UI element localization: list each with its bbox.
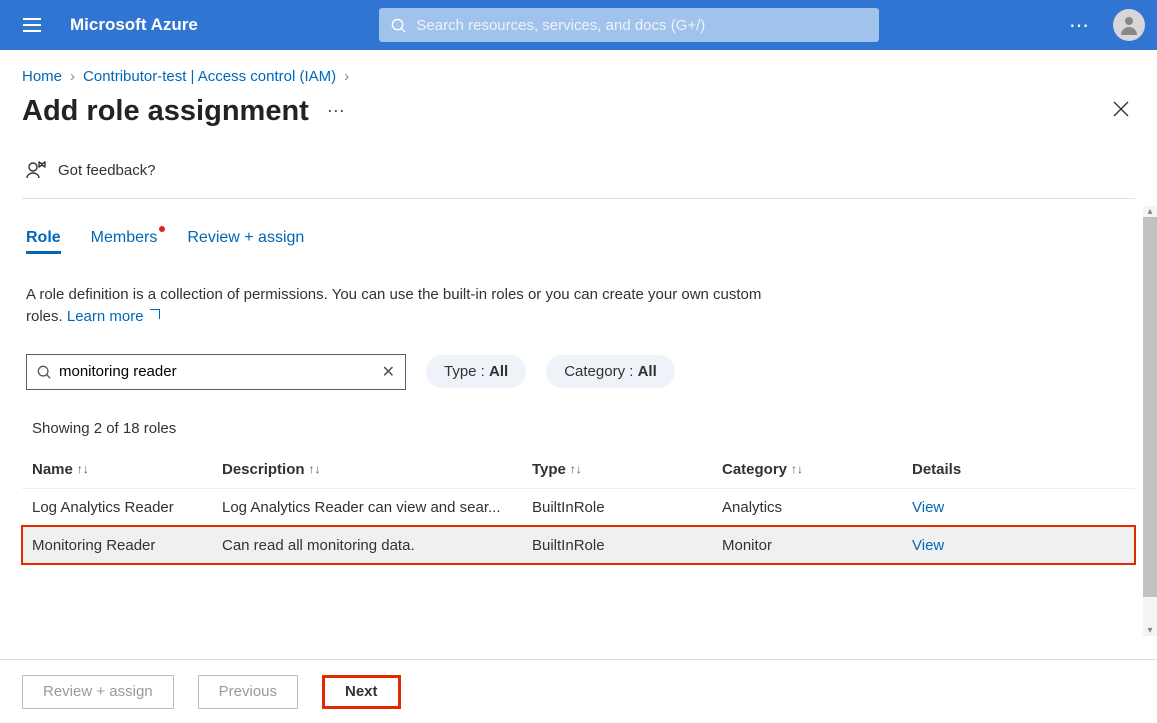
top-right: ⋯ [1061, 5, 1145, 46]
previous-button[interactable]: Previous [198, 675, 298, 709]
col-name[interactable]: Name ↑↓ [32, 461, 222, 478]
feedback-link[interactable]: Got feedback? [22, 136, 1135, 199]
avatar[interactable] [1113, 9, 1145, 41]
title-more-icon[interactable]: ⋯ [327, 101, 347, 122]
external-link-icon [150, 309, 160, 319]
filter-type-value: All [489, 363, 508, 380]
content: Got feedback? Role Members Review + assi… [0, 136, 1157, 564]
view-link[interactable]: View [912, 499, 1032, 516]
cell-name: Log Analytics Reader [32, 499, 222, 516]
tab-role[interactable]: Role [26, 229, 61, 254]
sort-icon: ↑↓ [791, 462, 803, 476]
filters: ✕ Type : All Category : All [22, 328, 1135, 390]
results-count: Showing 2 of 18 roles [22, 390, 1135, 437]
more-icon[interactable]: ⋯ [1061, 5, 1099, 46]
role-search-input[interactable] [59, 363, 382, 380]
learn-more-label: Learn more [67, 308, 144, 325]
filter-type[interactable]: Type : All [426, 355, 526, 388]
col-details: Details [912, 461, 1032, 478]
sort-icon: ↑↓ [309, 462, 321, 476]
top-bar: Microsoft Azure ⋯ [0, 0, 1157, 50]
col-type-label: Type [532, 461, 566, 478]
role-search[interactable]: ✕ [26, 354, 406, 390]
search-icon [391, 18, 406, 33]
footer: Review + assign Previous Next [0, 659, 1157, 723]
learn-more-link[interactable]: Learn more [67, 308, 160, 325]
chevron-right-icon: › [340, 68, 353, 85]
cell-name: Monitoring Reader [32, 537, 222, 554]
close-icon[interactable] [1107, 95, 1135, 128]
sort-icon: ↑↓ [570, 462, 582, 476]
next-button[interactable]: Next [322, 675, 401, 709]
breadcrumb-current[interactable]: Contributor-test | Access control (IAM) [83, 68, 336, 85]
description: A role definition is a collection of per… [22, 254, 802, 328]
attention-dot-icon [159, 226, 165, 232]
table-row[interactable]: Monitoring Reader Can read all monitorin… [22, 526, 1135, 564]
scroll-thumb[interactable] [1143, 217, 1157, 597]
col-category[interactable]: Category ↑↓ [722, 461, 912, 478]
search-icon [37, 365, 51, 379]
review-assign-button[interactable]: Review + assign [22, 675, 174, 709]
global-search[interactable] [379, 8, 879, 42]
brand-label[interactable]: Microsoft Azure [70, 15, 198, 35]
breadcrumb-home[interactable]: Home [22, 68, 62, 85]
tab-members[interactable]: Members [91, 229, 158, 254]
clear-icon[interactable]: ✕ [382, 362, 395, 382]
filter-type-label: Type : [444, 363, 489, 380]
global-search-input[interactable] [416, 17, 867, 34]
roles-table: Name ↑↓ Description ↑↓ Type ↑↓ Category ↑↓ D… [22, 451, 1135, 564]
menu-icon[interactable] [12, 5, 52, 45]
col-description-label: Description [222, 461, 305, 478]
scrollbar[interactable]: ▴ ▾ [1143, 206, 1157, 636]
cell-type: BuiltInRole [532, 499, 722, 516]
cell-description: Can read all monitoring data. [222, 537, 532, 554]
filter-category-label: Category : [564, 363, 637, 380]
tab-members-label: Members [91, 229, 158, 246]
table-row[interactable]: Log Analytics Reader Log Analytics Reade… [22, 488, 1135, 526]
col-description[interactable]: Description ↑↓ [222, 461, 532, 478]
search-wrap [198, 8, 1061, 42]
tabs: Role Members Review + assign [22, 199, 1135, 254]
view-link[interactable]: View [912, 537, 1032, 554]
scroll-up-icon[interactable]: ▴ [1143, 206, 1157, 217]
title-row: Add role assignment ⋯ [0, 85, 1157, 136]
feedback-icon [26, 160, 48, 180]
cell-category: Analytics [722, 499, 912, 516]
tab-review[interactable]: Review + assign [187, 229, 304, 254]
cell-category: Monitor [722, 537, 912, 554]
page-title: Add role assignment [22, 95, 309, 128]
filter-category-value: All [638, 363, 657, 380]
filter-category[interactable]: Category : All [546, 355, 675, 388]
cell-description: Log Analytics Reader can view and sear..… [222, 499, 532, 516]
col-type[interactable]: Type ↑↓ [532, 461, 722, 478]
chevron-right-icon: › [66, 68, 79, 85]
cell-type: BuiltInRole [532, 537, 722, 554]
col-name-label: Name [32, 461, 73, 478]
feedback-label: Got feedback? [58, 162, 156, 179]
sort-icon: ↑↓ [77, 462, 89, 476]
table-header: Name ↑↓ Description ↑↓ Type ↑↓ Category ↑↓ D… [22, 451, 1135, 488]
scroll-down-icon[interactable]: ▾ [1143, 625, 1157, 636]
col-category-label: Category [722, 461, 787, 478]
breadcrumb: Home › Contributor-test | Access control… [0, 50, 1157, 85]
